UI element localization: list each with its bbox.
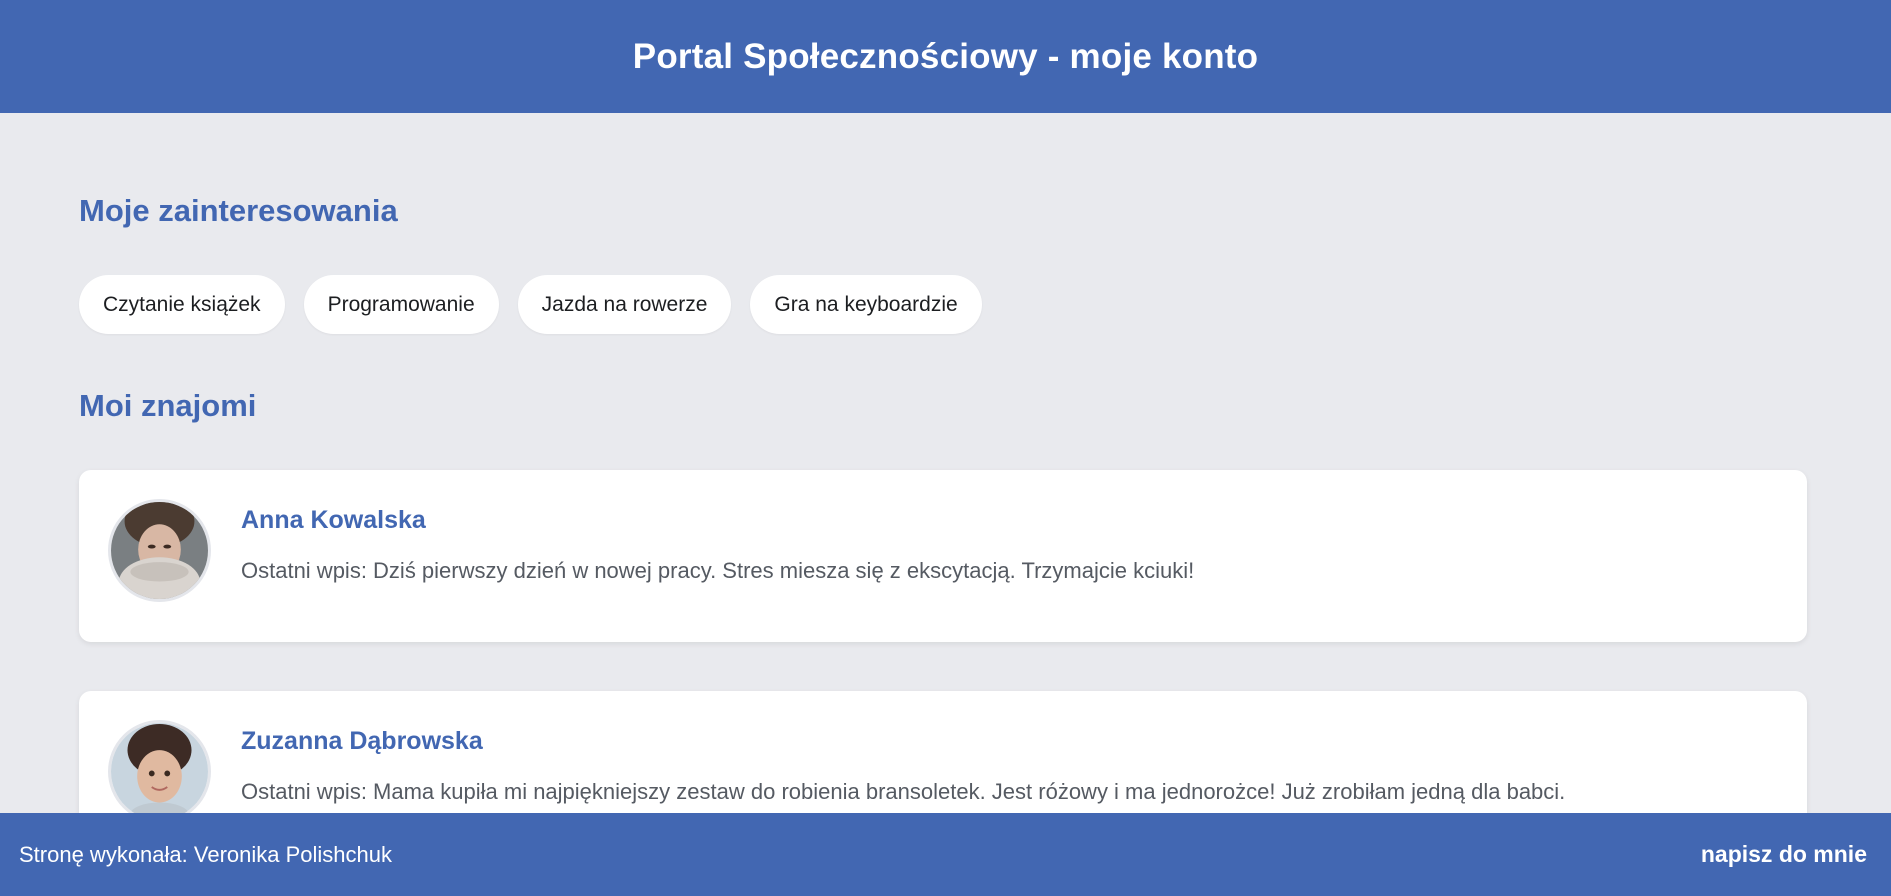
avatar-photo-anna — [111, 502, 208, 599]
interest-chip-keyboard[interactable]: Gra na keyboardzie — [750, 275, 982, 334]
friend-avatar[interactable] — [108, 499, 211, 602]
page: Portal Społecznościowy - moje konto Moje… — [0, 0, 1891, 896]
friends-heading: Moi znajomi — [79, 388, 257, 423]
footer: Stronę wykonała: Veronika Polishchuk nap… — [0, 813, 1891, 896]
friend-avatar[interactable] — [108, 720, 211, 823]
friend-last-post: Ostatni wpis: Dziś pierwszy dzień w nowe… — [241, 558, 1195, 583]
interests-heading: Moje zainteresowania — [79, 193, 398, 228]
interest-chip-cycling[interactable]: Jazda na rowerze — [517, 275, 732, 334]
contact-link[interactable]: napisz do mnie — [1701, 841, 1867, 868]
friend-name[interactable]: Anna Kowalska — [241, 506, 426, 535]
friend-name[interactable]: Zuzanna Dąbrowska — [241, 727, 483, 756]
avatar-photo-zuzanna — [111, 723, 208, 820]
interest-chip-programming[interactable]: Programowanie — [303, 275, 499, 334]
interests-list: Czytanie książek Programowanie Jazda na … — [79, 275, 982, 334]
friend-last-post: Ostatni wpis: Mama kupiła mi najpiękniej… — [241, 779, 1566, 804]
page-title: Portal Społecznościowy - moje konto — [632, 36, 1259, 76]
friend-card: Anna Kowalska Ostatni wpis: Dziś pierwsz… — [79, 470, 1807, 642]
footer-author: Stronę wykonała: Veronika Polishchuk — [19, 841, 392, 867]
interest-chip-reading[interactable]: Czytanie książek — [79, 275, 285, 334]
top-header: Portal Społecznościowy - moje konto — [0, 0, 1891, 113]
